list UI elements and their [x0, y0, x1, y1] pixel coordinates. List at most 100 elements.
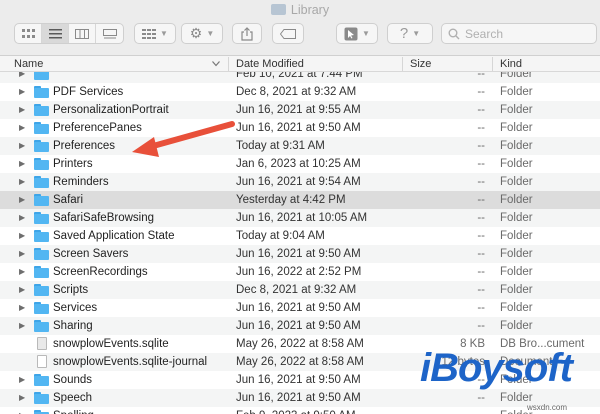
row-name: Sounds [53, 374, 93, 386]
search-input[interactable] [465, 26, 585, 41]
disclosure-triangle-icon[interactable]: ▶ [19, 317, 25, 335]
disclosure-triangle-icon[interactable]: ▶ [19, 101, 25, 119]
disclosure-triangle-icon[interactable]: ▶ [19, 299, 25, 317]
row-date: Jun 16, 2021 at 10:05 AM [236, 212, 368, 224]
grid-icon [21, 28, 35, 38]
list-view-button[interactable] [42, 24, 69, 43]
list-row[interactable]: ▶SpellingFeb 9, 2023 at 9:50 AM--Folder [0, 407, 600, 414]
list-row[interactable]: ▶ Safari Yesterday at 4:42 PM -- Folder [0, 191, 600, 209]
chevron-down-icon: ▼ [362, 29, 370, 38]
list-row[interactable]: ▶ Screen Savers Jun 16, 2021 at 9:50 AM -- F… [0, 245, 600, 263]
disclosure-triangle-icon[interactable]: ▶ [19, 191, 25, 209]
row-name: snowplowEvents.sqlite-journal [53, 356, 208, 368]
disclosure-triangle-icon[interactable]: ▶ [19, 155, 25, 173]
column-separator[interactable] [492, 57, 493, 71]
row-date: Jun 16, 2021 at 9:50 AM [236, 374, 361, 386]
row-name: Reminders [53, 176, 109, 188]
list-row-partial[interactable]: ▶ Feb 10, 2021 at 7:44 PM -- Folder [0, 72, 600, 83]
row-size: -- [477, 104, 485, 116]
disclosure-triangle-icon[interactable]: ▶ [19, 407, 25, 414]
column-header-name[interactable]: Name [14, 57, 43, 71]
list-row[interactable]: ▶ Reminders Jun 16, 2021 at 9:54 AM -- Folde… [0, 173, 600, 191]
group-by-button[interactable]: ▼ [134, 23, 176, 44]
row-kind: Folder [500, 266, 533, 278]
column-view-button[interactable] [69, 24, 96, 43]
folder-icon [34, 104, 49, 116]
list-row[interactable]: ▶ Preferences Today at 9:31 AM -- Folder [0, 137, 600, 155]
row-kind: Folder [500, 86, 533, 98]
disclosure-triangle-icon[interactable]: ▶ [19, 83, 25, 101]
list-row[interactable]: ▶ PreferencePanes Jun 16, 2021 at 9:50 AM -… [0, 119, 600, 137]
disclosure-triangle-icon[interactable]: ▶ [19, 371, 25, 389]
column-separator[interactable] [228, 57, 229, 71]
disclosure-triangle-icon[interactable]: ▶ [19, 245, 25, 263]
row-name: Safari [53, 194, 84, 206]
disclosure-triangle-icon[interactable]: ▶ [19, 227, 25, 245]
column-header-size[interactable]: Size [410, 57, 431, 71]
share-icon [241, 26, 253, 41]
row-name: Printers [53, 158, 93, 170]
action-menu-button[interactable]: ⚙ ▼ [181, 23, 223, 44]
disclosure-triangle-icon[interactable]: ▶ [19, 389, 25, 407]
list-row[interactable]: ▶ ScreenRecordings Jun 16, 2022 at 2:52 PM… [0, 263, 600, 281]
disclosure-triangle-icon[interactable]: ▶ [19, 72, 25, 83]
column-separator[interactable] [402, 57, 403, 71]
row-kind: Folder [500, 104, 533, 116]
row-kind: Folder [500, 284, 533, 296]
row-kind: Folder [500, 230, 533, 242]
row-size: -- [410, 407, 485, 414]
column-header-bar: Name Date Modified Size Kind [0, 56, 600, 72]
share-button[interactable] [232, 23, 262, 44]
folder-icon [34, 248, 49, 260]
row-date: Jun 16, 2021 at 9:50 AM [236, 248, 361, 260]
list-row[interactable]: ▶ Speech Jun 16, 2021 at 9:50 AM -- Folder [0, 389, 600, 407]
list-row[interactable]: ▶ Sharing Jun 16, 2021 at 9:50 AM -- Folder [0, 317, 600, 335]
gallery-view-button[interactable] [96, 24, 123, 43]
disclosure-triangle-icon[interactable]: ▶ [19, 173, 25, 191]
row-date: Yesterday at 4:42 PM [236, 194, 346, 206]
chevron-down-icon: ▼ [160, 29, 168, 38]
column-header-date[interactable]: Date Modified [236, 57, 304, 71]
folder-icon [34, 72, 49, 80]
disclosure-triangle-icon[interactable]: ▶ [19, 209, 25, 227]
disclosure-triangle-icon[interactable]: ▶ [19, 281, 25, 299]
row-name: ScreenRecordings [53, 266, 148, 278]
list-row[interactable]: ▶ Saved Application State Today at 9:04 AM… [0, 227, 600, 245]
row-size: -- [477, 320, 485, 332]
chevron-down-icon: ▼ [412, 29, 421, 38]
row-size: -- [477, 230, 485, 242]
iboysoft-watermark: iBoysoft [420, 346, 573, 390]
search-field[interactable] [441, 23, 597, 44]
disclosure-triangle-icon[interactable]: ▶ [19, 263, 25, 281]
folder-icon [34, 194, 49, 206]
row-size: -- [477, 86, 485, 98]
folder-icon [34, 302, 49, 314]
folder-icon [34, 392, 49, 404]
disclosure-triangle-icon[interactable]: ▶ [19, 119, 25, 137]
icon-view-button[interactable] [15, 24, 42, 43]
row-date: Feb 9, 2023 at 9:50 AM [236, 407, 356, 414]
help-button[interactable]: ? ▼ [387, 23, 433, 44]
gallery-icon [102, 28, 117, 38]
list-row[interactable]: ▶ Scripts Dec 8, 2021 at 9:32 AM -- Folder [0, 281, 600, 299]
quick-action-button[interactable]: ▼ [336, 23, 378, 44]
row-date: May 26, 2022 at 8:58 AM [236, 356, 364, 368]
row-kind: Folder [500, 194, 533, 206]
list-row[interactable]: ▶ Services Jun 16, 2021 at 9:50 AM -- Folder [0, 299, 600, 317]
row-name: PersonalizationPortrait [53, 104, 169, 116]
column-header-kind[interactable]: Kind [500, 57, 522, 71]
tag-button[interactable] [272, 23, 304, 44]
folder-icon [34, 158, 49, 170]
list-row[interactable]: ▶ SafariSafeBrowsing Jun 16, 2021 at 10:05… [0, 209, 600, 227]
row-size: -- [477, 72, 485, 80]
finder-toolbar: Library ▼ ⚙ ▼ ▼ ? ▼ [0, 0, 600, 56]
row-name: Screen Savers [53, 248, 129, 260]
disclosure-triangle-icon[interactable]: ▶ [19, 137, 25, 155]
row-kind: Folder [500, 158, 533, 170]
row-size: -- [477, 392, 485, 404]
list-row[interactable]: ▶ PersonalizationPortrait Jun 16, 2021 at … [0, 101, 600, 119]
folder-icon [34, 176, 49, 188]
list-row[interactable]: ▶ Printers Jan 6, 2023 at 10:25 AM -- Folder [0, 155, 600, 173]
folder-icon [34, 284, 49, 296]
list-row[interactable]: ▶ PDF Services Dec 8, 2021 at 9:32 AM -- Fol… [0, 83, 600, 101]
